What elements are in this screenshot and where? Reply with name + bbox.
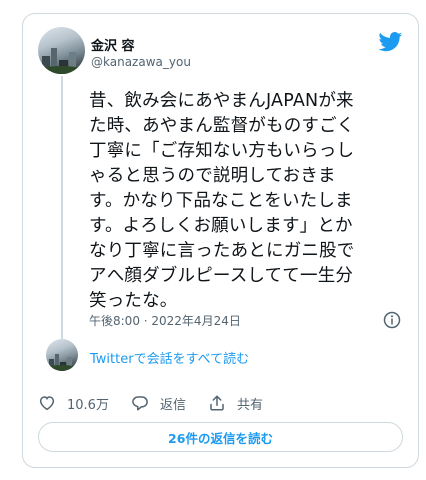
conversation-avatar[interactable] xyxy=(46,339,78,371)
reply-bubble-icon xyxy=(132,396,148,411)
reply-button[interactable]: 返信 xyxy=(131,394,186,413)
reply-label: 返信 xyxy=(159,397,186,413)
tweet-card: 金沢 容 @kanazawa_you 昔、飲み会にあやまんJAPANが来 た時、… xyxy=(22,13,419,468)
author-handle[interactable]: @kanazawa_you xyxy=(91,55,191,69)
action-bar: 10.6万 返信 共有 xyxy=(38,391,285,415)
share-button[interactable]: 共有 xyxy=(208,394,263,413)
share-label: 共有 xyxy=(236,397,263,413)
tweet-text: 昔、飲み会にあやまんJAPANが来 た時、あやまん監督がものすごく 丁寧に「ご存… xyxy=(89,91,355,311)
author-avatar[interactable] xyxy=(38,27,85,74)
share-icon xyxy=(210,395,224,411)
tweet-timestamp[interactable]: 午後8:00 · 2022年4月24日 xyxy=(89,312,241,329)
author-name[interactable]: 金沢 容 xyxy=(91,35,135,54)
read-replies-button[interactable]: 26件の返信を読む xyxy=(38,422,403,452)
like-count: 10.6万 xyxy=(67,397,109,413)
thread-line xyxy=(61,76,63,353)
twitter-bird-icon[interactable] xyxy=(378,32,403,52)
like-button[interactable]: 10.6万 xyxy=(38,394,109,413)
heart-icon xyxy=(39,396,55,411)
read-conversation-link[interactable]: Twitterで会話をすべて読む xyxy=(90,348,249,367)
info-icon[interactable] xyxy=(383,311,401,329)
